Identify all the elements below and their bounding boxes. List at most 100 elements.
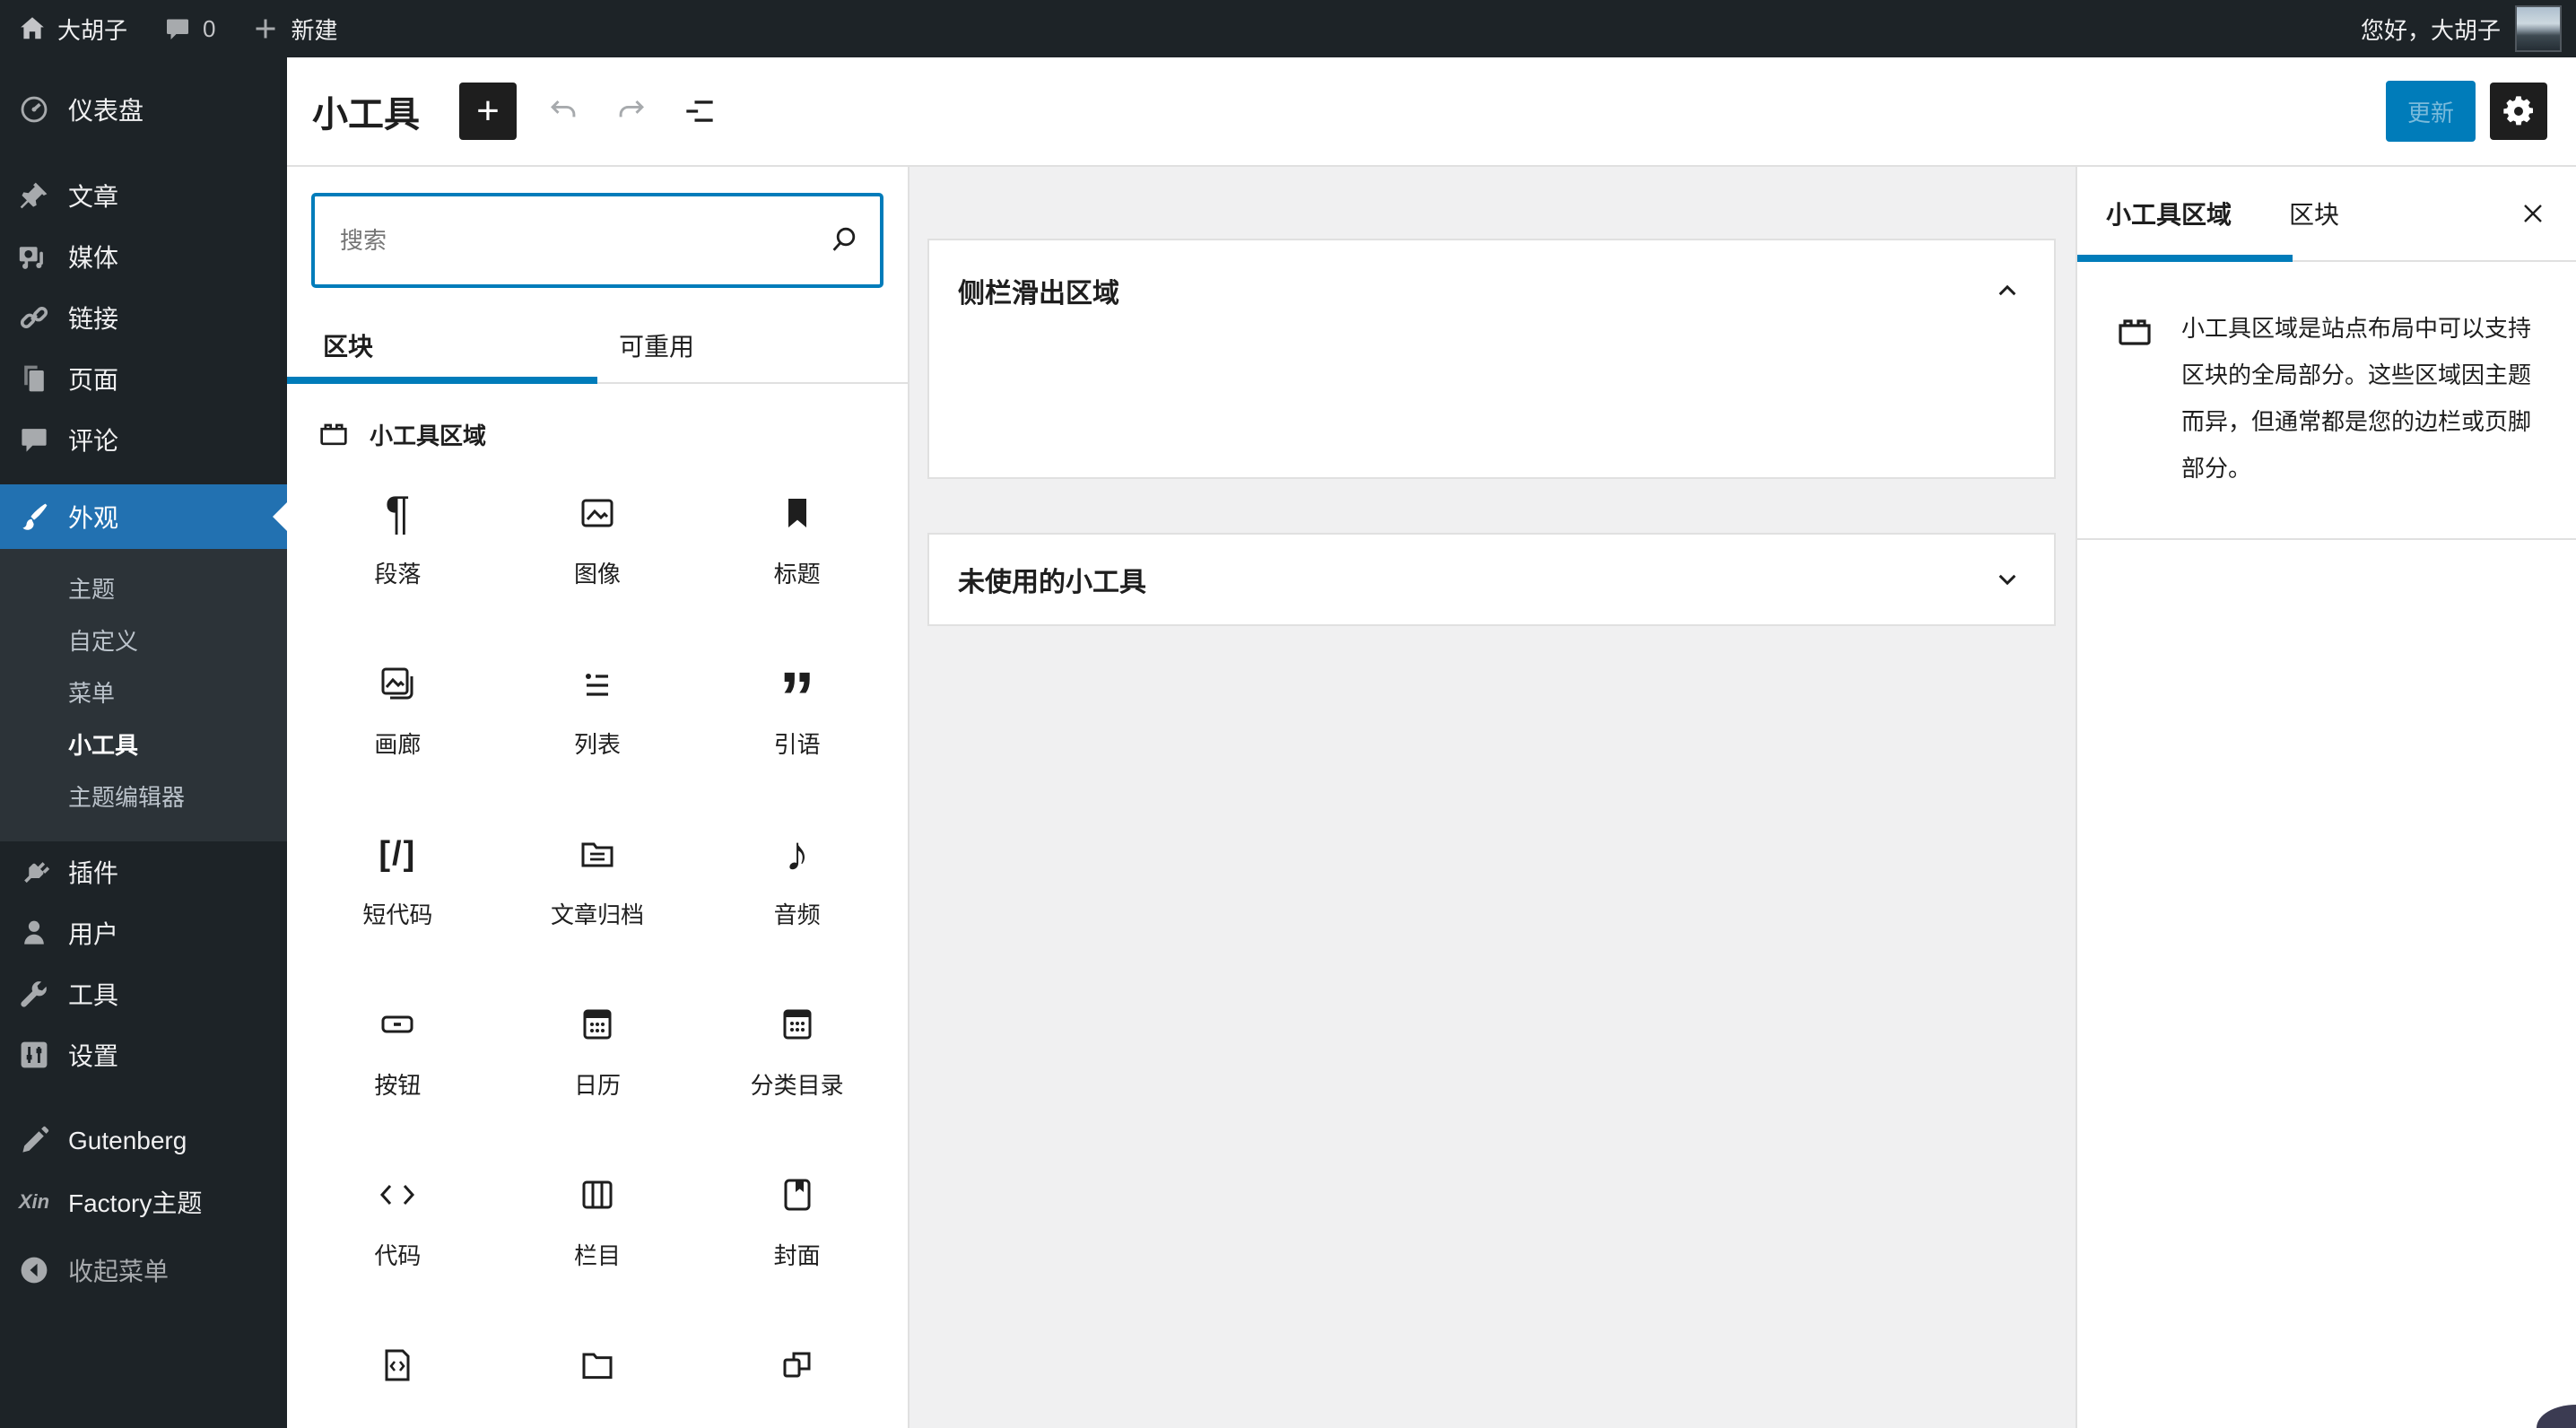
- site-menu[interactable]: 大胡子: [0, 0, 145, 57]
- custom-html-icon: [376, 1340, 419, 1390]
- block-audio[interactable]: ♪ 音频: [697, 804, 897, 974]
- block-quote[interactable]: ” 引语: [697, 633, 897, 804]
- panel-header[interactable]: 未使用的小工具: [929, 535, 2054, 624]
- audio-note-icon: ♪: [785, 827, 810, 881]
- plugin-icon: [18, 856, 50, 888]
- pencil-icon: [18, 1125, 50, 1157]
- widget-area-section-header: 小工具区域: [287, 384, 908, 463]
- block-gallery[interactable]: 画廊: [298, 633, 498, 804]
- tab-block[interactable]: 区块: [2260, 167, 2368, 260]
- shortcode-icon: [/]: [379, 835, 417, 873]
- submenu-item-theme-editor[interactable]: 主题编辑器: [0, 771, 287, 823]
- close-icon[interactable]: [2511, 192, 2554, 235]
- comments-menu[interactable]: 0: [145, 0, 233, 57]
- sidebar-item-label: 外观: [68, 504, 119, 532]
- panel-title: 未使用的小工具: [958, 568, 1146, 597]
- quote-icon: ”: [779, 657, 815, 737]
- sidebar-item-posts[interactable]: 文章: [0, 165, 287, 226]
- new-content-menu[interactable]: 新建: [233, 0, 355, 57]
- block-label: 文章归档: [550, 901, 644, 928]
- sidebar-item-label: 工具: [68, 981, 119, 1009]
- block-shortcode[interactable]: [/] 短代码: [298, 804, 498, 974]
- block-label: 分类目录: [750, 1072, 844, 1099]
- heading-bookmark-icon: [776, 488, 819, 538]
- list-view-icon[interactable]: [678, 90, 721, 133]
- block-calendar[interactable]: 日历: [498, 974, 698, 1145]
- block-label: 日历: [573, 1072, 621, 1099]
- sidebar-item-label: 插件: [68, 859, 119, 887]
- sidebar-item-tools[interactable]: 工具: [0, 963, 287, 1024]
- block-inserter-toggle-button[interactable]: +: [459, 83, 517, 140]
- sidebar-item-links[interactable]: 链接: [0, 287, 287, 348]
- block-image[interactable]: 图像: [498, 463, 698, 633]
- block-columns[interactable]: 栏目: [498, 1145, 698, 1315]
- block-paragraph[interactable]: ¶ 段落: [298, 463, 498, 633]
- sidebar-item-label: 文章: [68, 183, 119, 211]
- site-name: 大胡子: [57, 16, 128, 44]
- sidebar-item-label: 仪表盘: [68, 97, 144, 125]
- sidebar-item-label: 设置: [68, 1042, 119, 1070]
- tab-reusable[interactable]: 可重用: [597, 309, 908, 382]
- active-menu-notch: [273, 502, 287, 531]
- link-icon: [18, 301, 50, 334]
- sidebar-item-comments[interactable]: 评论: [0, 409, 287, 470]
- submenu-item-menus[interactable]: 菜单: [0, 667, 287, 719]
- widget-areas-description: 小工具区域是站点布局中可以支持区块的全局部分。这些区域因主题而异，但通常都是您的…: [2077, 262, 2576, 540]
- media-icon: [18, 240, 50, 273]
- settings-gear-button[interactable]: [2490, 83, 2547, 140]
- pushpin-icon: [18, 179, 50, 212]
- sidebar-item-label: 页面: [68, 366, 119, 394]
- avatar[interactable]: [2515, 5, 2562, 52]
- sidebar-item-dashboard[interactable]: 仪表盘: [0, 79, 287, 140]
- block-file[interactable]: [498, 1315, 698, 1428]
- update-button[interactable]: 更新: [2385, 81, 2476, 142]
- block-label: 代码: [374, 1242, 422, 1269]
- search-input[interactable]: [312, 194, 883, 287]
- sidebar-item-gutenberg[interactable]: Gutenberg: [0, 1110, 287, 1171]
- block-label: 音频: [773, 901, 821, 928]
- admin-bar: 大胡子 0 新建 您好，大胡子: [0, 0, 2576, 57]
- sidebar-item-appearance[interactable]: 外观: [0, 484, 287, 549]
- wrench-icon: [18, 978, 50, 1010]
- sidebar-item-media[interactable]: 媒体: [0, 226, 287, 287]
- sidebar-item-settings[interactable]: 设置: [0, 1024, 287, 1085]
- comment-count: 0: [203, 14, 216, 42]
- settings-sidebar-tabs: 小工具区域 区块: [2077, 167, 2576, 262]
- sidebar-item-pages[interactable]: 页面: [0, 348, 287, 409]
- submenu-item-themes[interactable]: 主题: [0, 563, 287, 615]
- categories-icon: [776, 999, 819, 1049]
- block-heading[interactable]: 标题: [697, 463, 897, 633]
- block-custom-html[interactable]: [298, 1315, 498, 1428]
- submenu-item-widgets[interactable]: 小工具: [0, 719, 287, 771]
- sidebar-item-factory-theme[interactable]: Xin Factory主题: [0, 1171, 287, 1232]
- columns-icon: [576, 1170, 619, 1220]
- block-list[interactable]: 列表: [498, 633, 698, 804]
- file-folder-icon: [576, 1340, 619, 1390]
- sidebar-item-plugins[interactable]: 插件: [0, 841, 287, 902]
- block-button[interactable]: 按钮: [298, 974, 498, 1145]
- plus-icon: [251, 14, 280, 43]
- settings-sliders-icon: [18, 1039, 50, 1071]
- chevron-down-icon[interactable]: [1989, 562, 2025, 597]
- sidebar-item-users[interactable]: 用户: [0, 902, 287, 963]
- user-greeting[interactable]: 您好，大胡子: [2361, 13, 2501, 46]
- block-archives[interactable]: 文章归档: [498, 804, 698, 974]
- chevron-up-icon[interactable]: [1989, 273, 2025, 309]
- block-categories[interactable]: 分类目录: [697, 974, 897, 1145]
- redo-icon[interactable]: [610, 90, 653, 133]
- new-label: 新建: [291, 16, 338, 44]
- block-code[interactable]: 代码: [298, 1145, 498, 1315]
- tab-blocks[interactable]: 区块: [287, 309, 597, 384]
- block-group[interactable]: [697, 1315, 897, 1428]
- block-label: 图像: [573, 561, 621, 588]
- panel-header[interactable]: 侧栏滑出区域: [929, 240, 2054, 341]
- widget-area-icon: [2113, 310, 2156, 492]
- block-cover[interactable]: 封面: [697, 1145, 897, 1315]
- appearance-brush-icon: [18, 501, 50, 533]
- cover-icon: [776, 1170, 819, 1220]
- collapse-menu-button[interactable]: 收起菜单: [0, 1240, 287, 1301]
- tab-widget-areas[interactable]: 小工具区域: [2077, 167, 2293, 262]
- sidebar-item-label: Factory主题: [68, 1189, 203, 1217]
- submenu-item-customize[interactable]: 自定义: [0, 615, 287, 667]
- undo-icon[interactable]: [542, 90, 585, 133]
